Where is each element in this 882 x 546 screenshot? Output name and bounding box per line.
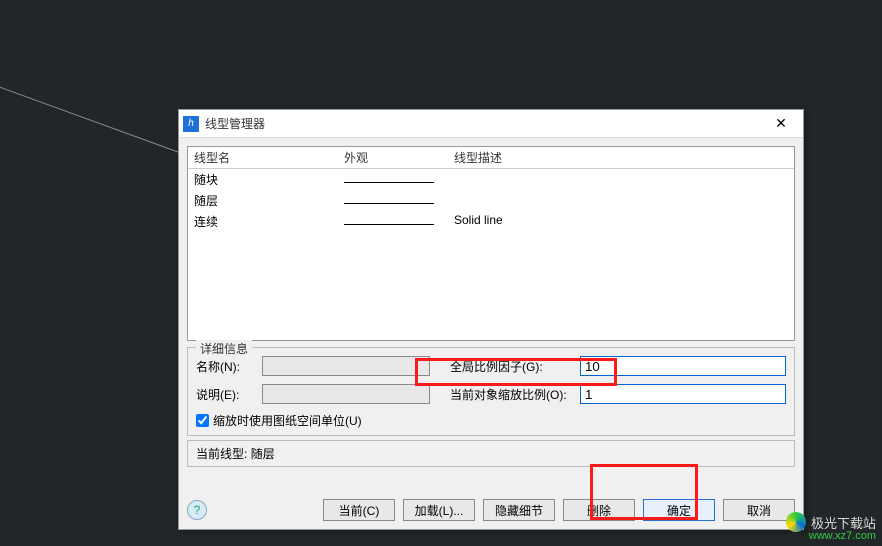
details-label: 详细信息 (196, 340, 252, 357)
use-paperspace-checkbox[interactable] (196, 414, 209, 427)
current-scale-label: 当前对象缩放比例(O): (450, 386, 580, 403)
header-description: 线型描述 (454, 149, 788, 166)
current-linetype-value: 随层 (251, 447, 275, 461)
watermark-text1: 极光下载站 (811, 516, 876, 531)
dialog-title: 线型管理器 (205, 115, 763, 132)
current-scale-input[interactable] (580, 384, 786, 404)
app-icon: h (183, 116, 199, 132)
ok-button[interactable]: 确定 (643, 499, 715, 521)
name-label: 名称(N): (196, 358, 262, 375)
linetype-manager-dialog: h 线型管理器 ✕ 线型名 外观 线型描述 随块 随层 连续 Solid lin… (178, 109, 804, 530)
button-row: ? 当前(C) 加载(L)... 隐藏细节 删除 确定 取消 (187, 499, 795, 521)
global-scale-label: 全局比例因子(G): (450, 358, 580, 375)
row-appearance (344, 171, 454, 188)
row-name: 随块 (194, 171, 344, 188)
list-row[interactable]: 随层 (188, 190, 794, 211)
row-desc (454, 171, 788, 188)
load-button[interactable]: 加载(L)... (403, 499, 475, 521)
row-name: 连续 (194, 213, 344, 230)
global-scale-input[interactable] (580, 356, 786, 376)
header-name: 线型名 (194, 149, 344, 166)
header-appearance: 外观 (344, 149, 454, 166)
list-row[interactable]: 连续 Solid line (188, 211, 794, 232)
current-linetype-row: 当前线型: 随层 (187, 440, 795, 467)
list-header: 线型名 外观 线型描述 (188, 147, 794, 169)
row-desc (454, 192, 788, 209)
close-button[interactable]: ✕ (763, 112, 799, 136)
name-input[interactable] (262, 356, 430, 376)
list-row[interactable]: 随块 (188, 169, 794, 190)
cancel-button[interactable]: 取消 (723, 499, 795, 521)
details-group: 详细信息 名称(N): 全局比例因子(G): 说明(E): 当前对象缩放比例(O… (187, 347, 795, 436)
delete-button[interactable]: 删除 (563, 499, 635, 521)
linetype-list[interactable]: 线型名 外观 线型描述 随块 随层 连续 Solid line (187, 146, 795, 341)
row-desc: Solid line (454, 213, 788, 230)
titlebar: h 线型管理器 ✕ (179, 110, 803, 138)
row-appearance (344, 192, 454, 209)
row-name: 随层 (194, 192, 344, 209)
desc-input[interactable] (262, 384, 430, 404)
hide-details-button[interactable]: 隐藏细节 (483, 499, 555, 521)
current-linetype-label: 当前线型: (196, 447, 247, 461)
current-button[interactable]: 当前(C) (323, 499, 395, 521)
use-paperspace-label: 缩放时使用图纸空间单位(U) (213, 412, 362, 429)
desc-label: 说明(E): (196, 386, 262, 403)
watermark-text2: www.xz7.com (786, 530, 876, 542)
help-button[interactable]: ? (187, 500, 207, 520)
row-appearance (344, 213, 454, 230)
